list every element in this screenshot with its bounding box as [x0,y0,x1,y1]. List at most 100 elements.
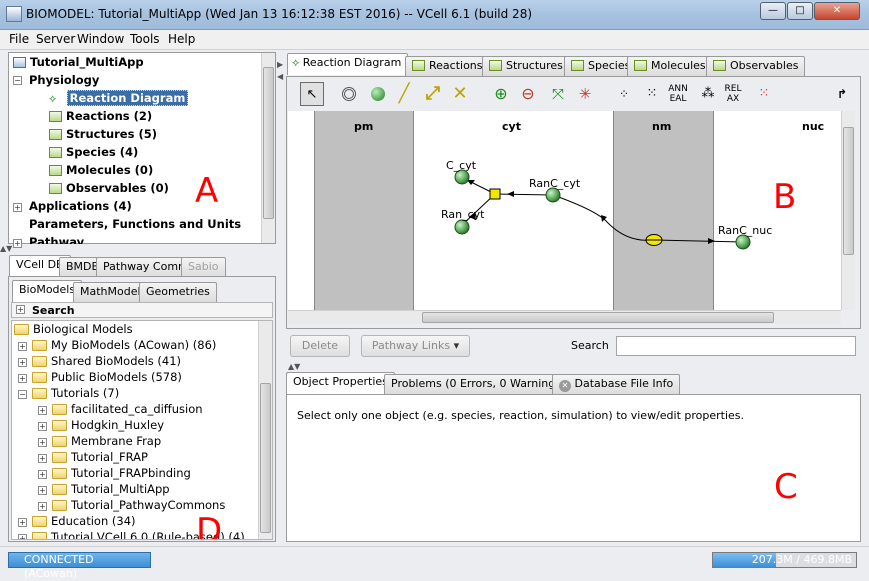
menu-tools[interactable]: Tools [130,32,160,46]
tree-scrollbar[interactable] [261,53,275,243]
expand-icon[interactable]: + [38,502,47,511]
connection-status[interactable]: CONNECTED (ACowan) [8,552,151,580]
tab-reaction-diagram[interactable]: ⟡ Reaction Diagram [287,53,409,75]
tab-problems[interactable]: Problems (0 Errors, 0 Warnings) [384,374,573,394]
species-node-ranc-cyt[interactable] [545,187,561,203]
db-tree-scrollbar[interactable] [258,321,272,539]
tree-parameters[interactable]: Parameters, Functions and Units [29,217,241,231]
menu-server[interactable]: Server [36,32,75,46]
tree-item-observables[interactable]: Observables (0) [49,181,169,195]
search-section[interactable]: + Search [11,302,273,318]
menu-window[interactable]: Window [77,32,124,46]
expand-icon[interactable]: + [18,534,27,539]
species-tool-icon[interactable] [366,82,390,106]
expand-icon[interactable]: + [13,239,22,248]
anneal-button[interactable]: ANN EAL [666,84,690,108]
reaction-node[interactable] [489,188,501,200]
tree-root[interactable]: Tutorial_MultiApp [13,55,144,69]
tree-pathway[interactable]: Pathway [29,235,84,244]
tree-tutorial-item[interactable]: facilitated_ca_diffusion [52,402,203,416]
tree-tutorial-item[interactable]: Tutorial_MultiApp [52,482,170,496]
scroll-thumb[interactable] [263,67,274,219]
tab-object-properties[interactable]: Object Properties [286,372,395,394]
tree-item-reactions[interactable]: Reactions (2) [49,109,152,123]
expand-icon[interactable]: + [38,406,47,415]
search-input[interactable] [616,336,856,356]
split-arrow-icon[interactable]: ◀ [277,72,283,81]
diagram-h-scrollbar[interactable] [288,310,841,324]
tab-observables[interactable]: Observables [706,56,806,76]
delete-button[interactable]: Delete [290,335,350,357]
expand-icon[interactable]: + [18,358,27,367]
toolbar-more-icon[interactable]: ↱ [830,82,854,106]
tab-geometries[interactable]: Geometries [139,282,217,302]
split-arrow-icon[interactable]: ▶ [277,60,283,69]
tree-item-reaction-diagram[interactable]: ⟡ Reaction Diagram [49,90,189,106]
flux-tool-icon[interactable]: ╱ [392,82,416,106]
tree-item-molecules[interactable]: Molecules (0) [49,163,153,177]
shrink-icon[interactable]: ✳ [573,82,597,106]
reaction-tool-icon[interactable]: ⤢ [421,82,445,106]
tree-education[interactable]: Education (34) [32,514,136,528]
relax-button[interactable]: REL AX [721,84,745,108]
expand-icon[interactable]: + [38,470,47,479]
memory-meter[interactable]: 207.3M / 469.8MB [712,552,857,568]
expand-icon[interactable]: + [16,305,25,314]
tree-my-biomodels[interactable]: My BioModels (ACowan) (86) [32,338,216,352]
tab-molecules[interactable]: Molecules [627,56,713,76]
layout-grid-icon[interactable]: ⁂ [696,82,720,106]
tree-tutorial-item[interactable]: Hodgkin_Huxley [52,418,164,432]
select-tool-icon[interactable]: ↖ [300,82,324,106]
tree-biological-models[interactable]: Biological Models [14,322,133,336]
species-node-ranc-nuc[interactable] [735,234,751,250]
tree-tutorials[interactable]: Tutorials (7) [32,386,119,400]
expand-icon[interactable]: + [18,374,27,383]
layout-scatter-icon[interactable]: ⁙ [752,82,776,106]
tree-physiology[interactable]: Physiology [29,73,99,87]
zoom-out-icon[interactable]: ⊖ [516,82,540,106]
maximize-button[interactable]: □ [787,2,813,20]
pathway-links-button[interactable]: Pathway Links ▾ [361,335,470,357]
expand-icon[interactable]: + [38,422,47,431]
species-node-ran-cyt[interactable] [454,219,470,235]
tree-applications[interactable]: Applications (4) [29,199,132,213]
tree-item-structures[interactable]: Structures (5) [49,127,157,141]
expand-icon[interactable]: + [38,454,47,463]
expand-icon[interactable]: + [38,438,47,447]
structure-tool-icon[interactable] [337,82,361,106]
fit-expand-icon[interactable]: ⤧ [546,82,570,106]
layout-random-icon[interactable]: ⁘ [612,82,636,106]
species-node-c-cyt[interactable] [454,169,470,185]
collapse-icon[interactable]: − [18,390,27,399]
diagram-v-scrollbar[interactable] [841,111,855,310]
layout-circle-icon[interactable]: ⁙ [640,82,664,106]
delete-line-tool-icon[interactable]: ✕ [448,82,472,106]
tree-tutorial-item[interactable]: Membrane Frap [52,434,161,448]
collapse-icon[interactable]: − [13,76,22,85]
minimize-button[interactable]: — [760,2,786,20]
tab-database-file-info[interactable]: ✕ Database File Info [552,374,681,394]
menu-file[interactable]: File [9,32,29,46]
expand-icon[interactable]: + [18,518,27,527]
tab-structures[interactable]: Structures [482,56,570,76]
tab-biomodels[interactable]: BioModels [12,280,83,302]
split-arrow-icon[interactable]: ▲▼ [288,362,300,371]
tab-reactions[interactable]: Reactions [405,56,490,76]
expand-icon[interactable]: + [38,486,47,495]
diagram-canvas[interactable]: pm cyt nm nuc C_cyt Ran_cyt RanC_cyt Ran… [288,111,841,310]
close-button[interactable]: ✕ [814,2,860,20]
scroll-thumb[interactable] [843,127,854,255]
tree-public-biomodels[interactable]: Public BioModels (578) [32,370,182,384]
expand-icon[interactable]: + [13,203,22,212]
expand-icon[interactable]: + [18,342,27,351]
tree-shared-biomodels[interactable]: Shared BioModels (41) [32,354,181,368]
tree-tutorial-item[interactable]: Tutorial_PathwayCommons [52,498,225,512]
scroll-thumb[interactable] [260,383,271,533]
zoom-in-icon[interactable]: ⊕ [489,82,513,106]
split-arrow-icon[interactable]: ▲▼ [0,244,12,253]
menu-help[interactable]: Help [168,32,195,46]
tree-tutorial-item[interactable]: Tutorial_FRAPbinding [52,466,191,480]
tree-tutorial-item[interactable]: Tutorial_FRAP [52,450,148,464]
tree-item-species[interactable]: Species (4) [49,145,138,159]
scroll-thumb[interactable] [422,312,774,323]
